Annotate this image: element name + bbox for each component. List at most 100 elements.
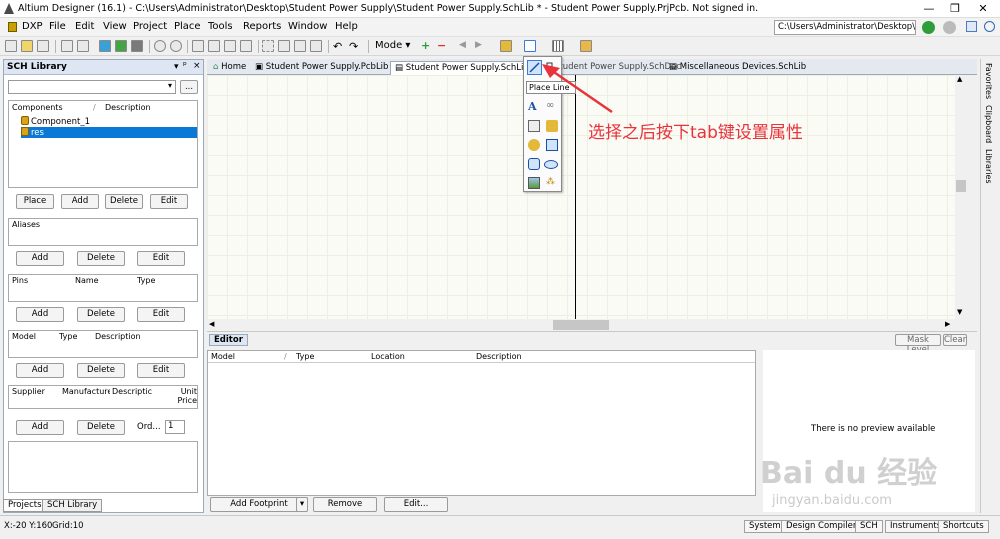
- add-footprint-button[interactable]: Add Footprint: [210, 497, 308, 512]
- supplier-description-header[interactable]: Descriptic: [112, 387, 152, 398]
- pins-header[interactable]: Pins: [12, 276, 28, 287]
- pin-icon[interactable]: ᵖ: [183, 61, 187, 71]
- description-header[interactable]: Description: [105, 103, 151, 114]
- mask-level-button[interactable]: Mask Level: [895, 334, 941, 355]
- save-icon[interactable]: [37, 40, 49, 52]
- round-rectangle-icon[interactable]: [528, 158, 540, 170]
- menu-dxp[interactable]: DXP: [22, 21, 43, 32]
- undo-icon[interactable]: ↶: [333, 40, 342, 53]
- alias-delete-button[interactable]: Delete: [77, 251, 125, 266]
- menu-window[interactable]: Window: [288, 21, 327, 32]
- close-icon[interactable]: ✕: [970, 1, 996, 17]
- aliases-header[interactable]: Aliases: [12, 220, 40, 231]
- next-part-icon[interactable]: ▶: [475, 40, 482, 50]
- graphic-icon[interactable]: [528, 177, 540, 189]
- model-description-header[interactable]: Description: [95, 332, 141, 343]
- menu-project[interactable]: Project: [133, 21, 167, 32]
- scroll-down-icon[interactable]: ▼: [957, 308, 962, 316]
- order-stepper[interactable]: 1: [165, 420, 185, 434]
- type-header[interactable]: Type: [137, 276, 155, 287]
- redo-icon[interactable]: ↷: [349, 40, 358, 53]
- web-icon[interactable]: [984, 21, 995, 32]
- drawing-tools-icon[interactable]: [524, 40, 536, 52]
- horizontal-scrollbar[interactable]: ◀ ▶: [207, 319, 955, 331]
- pin-add-button[interactable]: Add: [16, 307, 64, 322]
- print-icon[interactable]: [61, 40, 73, 52]
- menu-help[interactable]: Help: [335, 21, 358, 32]
- edit-footprint-button[interactable]: Edit...: [384, 497, 448, 512]
- board-icon[interactable]: [99, 40, 111, 52]
- menu-edit[interactable]: Edit: [75, 21, 94, 32]
- paste-icon[interactable]: [224, 40, 236, 52]
- minimize-icon[interactable]: —: [916, 1, 942, 17]
- supplier-add-button[interactable]: Add: [16, 420, 64, 435]
- tab-pcblib[interactable]: ▣ Student Power Supply.PcbLib *: [255, 61, 395, 75]
- menu-tools[interactable]: Tools: [208, 21, 233, 32]
- scroll-left-icon[interactable]: ◀: [209, 320, 214, 328]
- print-preview-icon[interactable]: [77, 40, 89, 52]
- table-header-type[interactable]: Type: [296, 352, 314, 363]
- pin-delete-button[interactable]: Delete: [77, 307, 125, 322]
- pin-icon[interactable]: [528, 139, 540, 151]
- list-item-selected[interactable]: res: [21, 127, 197, 138]
- pcb-icon[interactable]: [115, 40, 127, 52]
- pin-edit-button[interactable]: Edit: [137, 307, 185, 322]
- table-header-model[interactable]: Model: [211, 352, 235, 363]
- zoom-out-icon[interactable]: [170, 40, 182, 52]
- remove-button[interactable]: Remove: [313, 497, 377, 512]
- sch-button[interactable]: SCH: [855, 520, 883, 533]
- maximize-icon[interactable]: ❐: [942, 1, 968, 17]
- tab-projects[interactable]: Projects: [3, 499, 47, 512]
- place-button[interactable]: Place: [16, 194, 54, 209]
- model-edit-button[interactable]: Edit: [137, 363, 185, 378]
- design-compiler-button[interactable]: Design Compiler: [781, 520, 862, 533]
- prev-part-icon[interactable]: ◀: [459, 40, 466, 50]
- move-icon[interactable]: [278, 40, 290, 52]
- tab-misc-devices[interactable]: ▤ Miscellaneous Devices.SchLib: [669, 61, 806, 75]
- mode-button[interactable]: Mode ▾: [375, 40, 410, 51]
- supplier-header[interactable]: Supplier: [12, 387, 45, 398]
- menu-place[interactable]: Place: [174, 21, 201, 32]
- path-combo[interactable]: C:\Users\Administrator\Desktop\: [774, 20, 916, 35]
- model-add-button[interactable]: Add: [16, 363, 64, 378]
- tab-home[interactable]: ⌂ Home: [213, 61, 246, 75]
- grid-icon[interactable]: [552, 40, 564, 52]
- editor-tab[interactable]: Editor: [209, 334, 248, 346]
- favorites-tab[interactable]: Favorites: [984, 63, 993, 99]
- copy-icon[interactable]: [208, 40, 220, 52]
- text-frame-icon[interactable]: [528, 120, 540, 132]
- delete-button[interactable]: Delete: [105, 194, 143, 209]
- tab-schlib-active[interactable]: ▤ Student Power Supply.SchLib *: [390, 61, 541, 75]
- model-type-header[interactable]: Type: [59, 332, 77, 343]
- chevron-down-icon[interactable]: ▾: [296, 497, 308, 512]
- ic-icon[interactable]: [500, 40, 512, 52]
- cut-icon[interactable]: [192, 40, 204, 52]
- supplier-delete-button[interactable]: Delete: [77, 420, 125, 435]
- manufacturer-header[interactable]: Manufacture: [62, 387, 110, 398]
- table-header-location[interactable]: Location: [371, 352, 405, 363]
- vertical-scrollbar[interactable]: ▲ ▼: [955, 75, 967, 319]
- deselect-icon[interactable]: [294, 40, 306, 52]
- table-header-description[interactable]: Description: [476, 352, 522, 363]
- library-icon[interactable]: [131, 40, 143, 52]
- menu-file[interactable]: File: [49, 21, 66, 32]
- components-header[interactable]: Components: [12, 103, 63, 114]
- folder-icon[interactable]: [580, 40, 592, 52]
- component-icon[interactable]: [546, 120, 558, 132]
- clipboard-tab[interactable]: Clipboard: [984, 105, 993, 143]
- unit-price-header[interactable]: Unit Price: [171, 387, 197, 407]
- system-button[interactable]: System: [744, 520, 786, 533]
- text-icon[interactable]: A: [528, 100, 537, 113]
- back-icon[interactable]: [922, 21, 935, 34]
- remove-part-icon[interactable]: −: [437, 39, 446, 52]
- add-button[interactable]: Add: [61, 194, 99, 209]
- zoom-in-icon[interactable]: [154, 40, 166, 52]
- rubber-stamp-icon[interactable]: [240, 40, 252, 52]
- filter-combo[interactable]: ▾: [8, 80, 176, 94]
- open-icon[interactable]: [21, 40, 33, 52]
- name-header[interactable]: Name: [75, 276, 99, 287]
- libraries-tab[interactable]: Libraries: [984, 149, 993, 184]
- clear-filter-icon[interactable]: [310, 40, 322, 52]
- alias-edit-button[interactable]: Edit: [137, 251, 185, 266]
- scroll-right-icon[interactable]: ▶: [945, 320, 950, 328]
